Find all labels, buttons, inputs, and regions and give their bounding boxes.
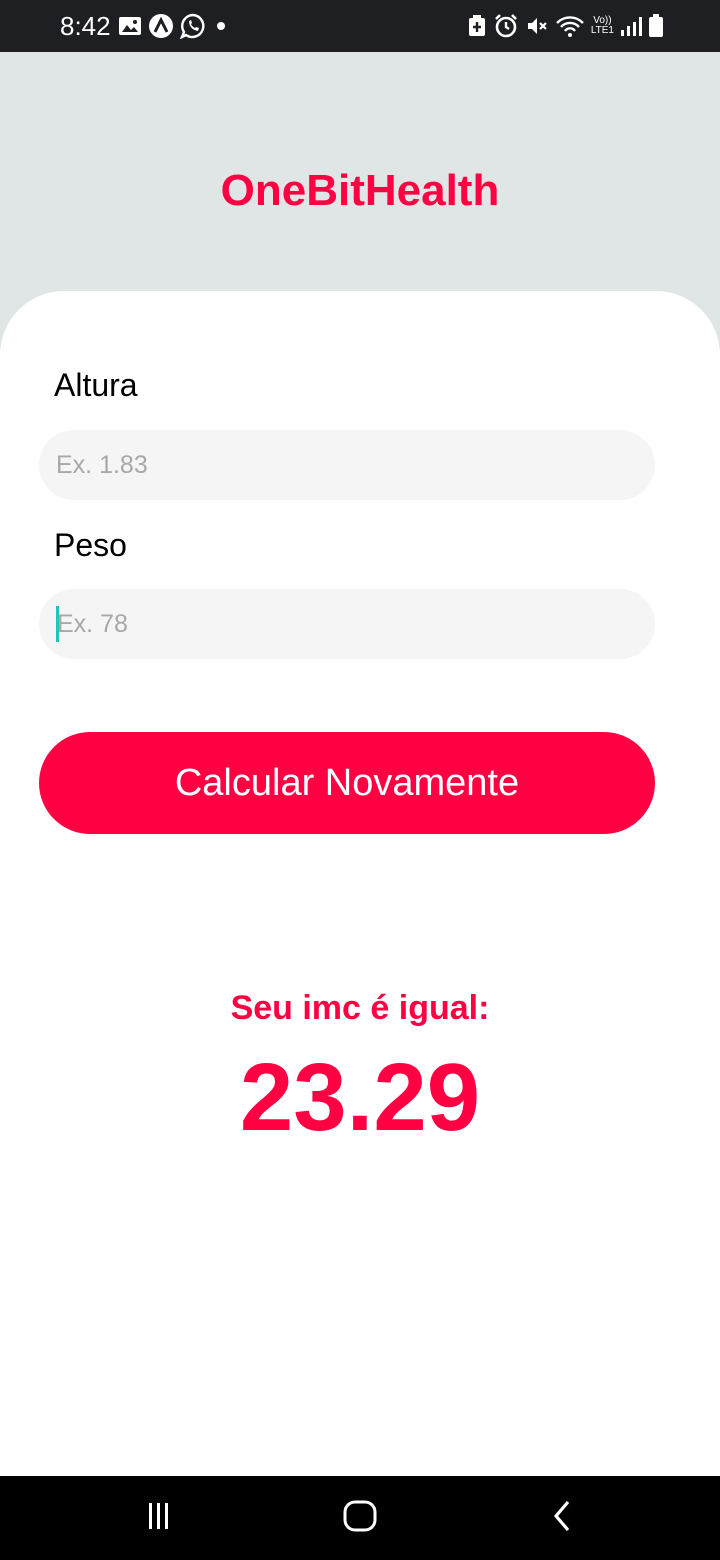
imc-result-value: 23.29: [239, 1044, 481, 1151]
back-icon: [550, 1499, 574, 1538]
signal-icon: [620, 14, 642, 38]
dot-icon: [212, 13, 230, 39]
gallery-icon: [118, 15, 142, 37]
status-notification-icons: [118, 12, 230, 40]
weight-placeholder: Ex. 78: [57, 609, 128, 638]
status-system-icons: Vo)) LTE1: [467, 12, 664, 40]
whatsapp-icon: [180, 13, 206, 39]
height-input[interactable]: Ex. 1.83: [39, 430, 655, 500]
height-label: Altura: [54, 367, 138, 403]
imc-result-label: Seu imc é igual:: [230, 989, 490, 1027]
mute-icon: [525, 14, 549, 38]
status-time: 8:42: [60, 11, 111, 41]
status-bar: 8:42 Vo)) LTE1: [0, 0, 720, 52]
height-placeholder: Ex. 1.83: [56, 450, 148, 479]
battery-saver-icon: [467, 14, 487, 38]
back-button[interactable]: [542, 1498, 582, 1538]
form-card: Altura Ex. 1.83 Peso Ex. 78 Calcular Nov…: [0, 291, 720, 1476]
battery-icon: [648, 13, 664, 39]
app-title: OneBitHealth: [220, 166, 500, 215]
calculate-again-button[interactable]: Calcular Novamente: [39, 732, 655, 834]
weight-input[interactable]: Ex. 78: [39, 589, 655, 659]
navigation-bar: [0, 1476, 720, 1560]
lte-label: LTE1: [590, 25, 614, 36]
weight-label: Peso: [54, 527, 127, 563]
volte-lte-icon: Vo)) LTE1: [591, 16, 614, 36]
recents-icon: [143, 1501, 175, 1536]
recents-button[interactable]: [139, 1498, 179, 1538]
alarm-icon: [493, 13, 519, 39]
app-a-icon: [148, 13, 174, 39]
home-button[interactable]: [340, 1498, 380, 1538]
wifi-icon: [555, 14, 585, 38]
home-icon: [342, 1498, 378, 1539]
